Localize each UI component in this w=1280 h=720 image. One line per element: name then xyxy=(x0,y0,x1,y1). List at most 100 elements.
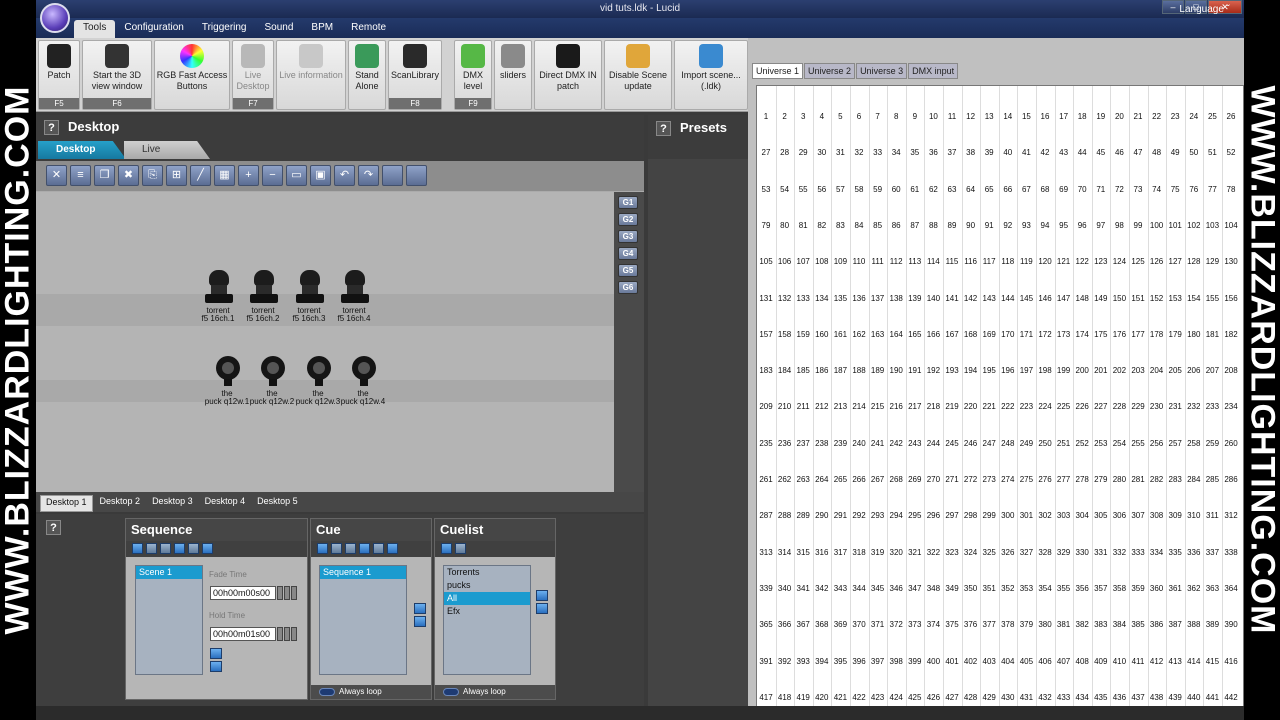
dmx-channel-cell[interactable]: 46 xyxy=(1110,148,1128,158)
dmx-channel-cell[interactable]: 69 xyxy=(1055,185,1073,195)
dmx-channel-cell[interactable]: 49 xyxy=(1166,148,1184,158)
dmx-channel-cell[interactable]: 107 xyxy=(794,257,812,267)
dmx-channel-cell[interactable]: 312 xyxy=(1222,511,1240,521)
dmx-channel-cell[interactable]: 207 xyxy=(1203,366,1221,376)
dmx-channel-cell[interactable]: 100 xyxy=(1148,221,1166,231)
dmx-channel-cell[interactable]: 384 xyxy=(1110,620,1128,630)
dmx-channel-cell[interactable]: 78 xyxy=(1222,185,1240,195)
ribbon-button-dmx-in[interactable]: Direct DMX IN patch xyxy=(534,40,602,110)
dmx-channel-cell[interactable]: 222 xyxy=(999,402,1017,412)
dmx-channel-cell[interactable]: 5 xyxy=(831,112,849,122)
dmx-channel-cell[interactable]: 230 xyxy=(1148,402,1166,412)
dmx-channel-cell[interactable]: 173 xyxy=(1055,330,1073,340)
dmx-channel-cell[interactable]: 125 xyxy=(1129,257,1147,267)
dmx-channel-cell[interactable]: 358 xyxy=(1110,584,1128,594)
dmx-channel-cell[interactable]: 339 xyxy=(757,584,775,594)
dmx-channel-cell[interactable]: 37 xyxy=(943,148,961,158)
dmx-channel-cell[interactable]: 155 xyxy=(1203,294,1221,304)
dmx-channel-cell[interactable]: 170 xyxy=(999,330,1017,340)
dmx-channel-cell[interactable]: 144 xyxy=(999,294,1017,304)
desktop-page-tab[interactable]: Desktop 4 xyxy=(200,495,251,512)
dmx-channel-cell[interactable]: 176 xyxy=(1110,330,1128,340)
dmx-channel-cell[interactable]: 263 xyxy=(794,475,812,485)
dmx-channel-cell[interactable]: 201 xyxy=(1092,366,1110,376)
dmx-channel-cell[interactable]: 186 xyxy=(813,366,831,376)
dmx-channel-cell[interactable]: 210 xyxy=(776,402,794,412)
dmx-channel-cell[interactable]: 379 xyxy=(1017,620,1035,630)
dmx-channel-cell[interactable]: 236 xyxy=(776,439,794,449)
dmx-channel-cell[interactable]: 194 xyxy=(962,366,980,376)
ribbon-button-sliders[interactable]: sliders xyxy=(494,40,532,110)
close-icon[interactable]: ✕ xyxy=(46,165,67,186)
dmx-channel-cell[interactable]: 79 xyxy=(757,221,775,231)
dmx-channel-cell[interactable]: 329 xyxy=(1055,548,1073,558)
dmx-channel-cell[interactable]: 196 xyxy=(999,366,1017,376)
dmx-channel-cell[interactable]: 323 xyxy=(943,548,961,558)
dmx-channel-cell[interactable]: 109 xyxy=(831,257,849,267)
dmx-channel-cell[interactable]: 271 xyxy=(943,475,961,485)
dmx-channel-cell[interactable]: 158 xyxy=(776,330,794,340)
dmx-channel-cell[interactable]: 388 xyxy=(1185,620,1203,630)
dmx-channel-cell[interactable]: 267 xyxy=(869,475,887,485)
dmx-channel-cell[interactable]: 243 xyxy=(906,439,924,449)
dmx-channel-cell[interactable]: 396 xyxy=(850,657,868,667)
dmx-channel-cell[interactable]: 140 xyxy=(924,294,942,304)
dmx-channel-cell[interactable]: 393 xyxy=(794,657,812,667)
dmx-channel-cell[interactable]: 130 xyxy=(1222,257,1240,267)
settings-icon[interactable] xyxy=(455,543,466,554)
dmx-channel-cell[interactable]: 123 xyxy=(1092,257,1110,267)
delete-icon[interactable]: ✖ xyxy=(118,165,139,186)
dmx-channel-cell[interactable]: 195 xyxy=(980,366,998,376)
dmx-channel-cell[interactable]: 259 xyxy=(1203,439,1221,449)
menu-tab-bpm[interactable]: BPM xyxy=(302,18,342,38)
dmx-channel-cell[interactable]: 121 xyxy=(1055,257,1073,267)
dmx-channel-cell[interactable]: 3 xyxy=(794,112,812,122)
dmx-channel-cell[interactable]: 347 xyxy=(906,584,924,594)
dmx-channel-cell[interactable]: 62 xyxy=(924,185,942,195)
list-item[interactable]: Scene 1 xyxy=(136,566,202,579)
dmx-channel-cell[interactable]: 247 xyxy=(980,439,998,449)
desktop-page-tab[interactable]: Desktop 2 xyxy=(95,495,146,512)
dmx-channel-cell[interactable]: 90 xyxy=(962,221,980,231)
color-icon[interactable] xyxy=(406,165,427,186)
dmx-channel-cell[interactable]: 160 xyxy=(813,330,831,340)
dmx-channel-cell[interactable]: 120 xyxy=(1036,257,1054,267)
dmx-channel-cell[interactable]: 318 xyxy=(850,548,868,558)
dmx-channel-cell[interactable]: 283 xyxy=(1166,475,1184,485)
dmx-channel-cell[interactable]: 73 xyxy=(1129,185,1147,195)
ribbon-button-patch[interactable]: Patch F5 xyxy=(38,40,80,110)
dmx-channel-cell[interactable]: 131 xyxy=(757,294,775,304)
dmx-channel-cell[interactable]: 146 xyxy=(1036,294,1054,304)
dmx-channel-cell[interactable]: 406 xyxy=(1036,657,1054,667)
dmx-channel-cell[interactable]: 286 xyxy=(1222,475,1240,485)
dmx-channel-cell[interactable]: 368 xyxy=(813,620,831,630)
dmx-channel-cell[interactable]: 17 xyxy=(1055,112,1073,122)
dmx-channel-cell[interactable]: 192 xyxy=(924,366,942,376)
dmx-channel-cell[interactable]: 185 xyxy=(794,366,812,376)
dmx-channel-cell[interactable]: 92 xyxy=(999,221,1017,231)
dmx-channel-cell[interactable]: 224 xyxy=(1036,402,1054,412)
dmx-channel-cell[interactable]: 226 xyxy=(1073,402,1091,412)
dmx-channel-cell[interactable]: 21 xyxy=(1129,112,1147,122)
dmx-channel-cell[interactable]: 355 xyxy=(1055,584,1073,594)
dmx-channel-cell[interactable]: 122 xyxy=(1073,257,1091,267)
dmx-channel-cell[interactable]: 265 xyxy=(831,475,849,485)
dmx-channel-cell[interactable]: 269 xyxy=(906,475,924,485)
ribbon-button-lock[interactable]: Disable Scene update xyxy=(604,40,672,110)
dmx-channel-cell[interactable]: 136 xyxy=(850,294,868,304)
dmx-channel-cell[interactable]: 171 xyxy=(1017,330,1035,340)
dmx-channel-cell[interactable]: 340 xyxy=(776,584,794,594)
dmx-channel-cell[interactable]: 262 xyxy=(776,475,794,485)
presets-help-icon[interactable]: ? xyxy=(656,121,671,136)
delete-icon[interactable] xyxy=(373,543,384,554)
dmx-channel-cell[interactable]: 31 xyxy=(831,148,849,158)
dmx-channel-cell[interactable]: 189 xyxy=(869,366,887,376)
dmx-channel-cell[interactable]: 416 xyxy=(1222,657,1240,667)
dmx-channel-cell[interactable]: 29 xyxy=(794,148,812,158)
dmx-channel-cell[interactable]: 161 xyxy=(831,330,849,340)
dmx-channel-cell[interactable]: 441 xyxy=(1203,693,1221,703)
dmx-channel-cell[interactable]: 20 xyxy=(1110,112,1128,122)
dmx-channel-cell[interactable]: 18 xyxy=(1073,112,1091,122)
edit-icon[interactable] xyxy=(174,543,185,554)
dmx-channel-cell[interactable]: 135 xyxy=(831,294,849,304)
